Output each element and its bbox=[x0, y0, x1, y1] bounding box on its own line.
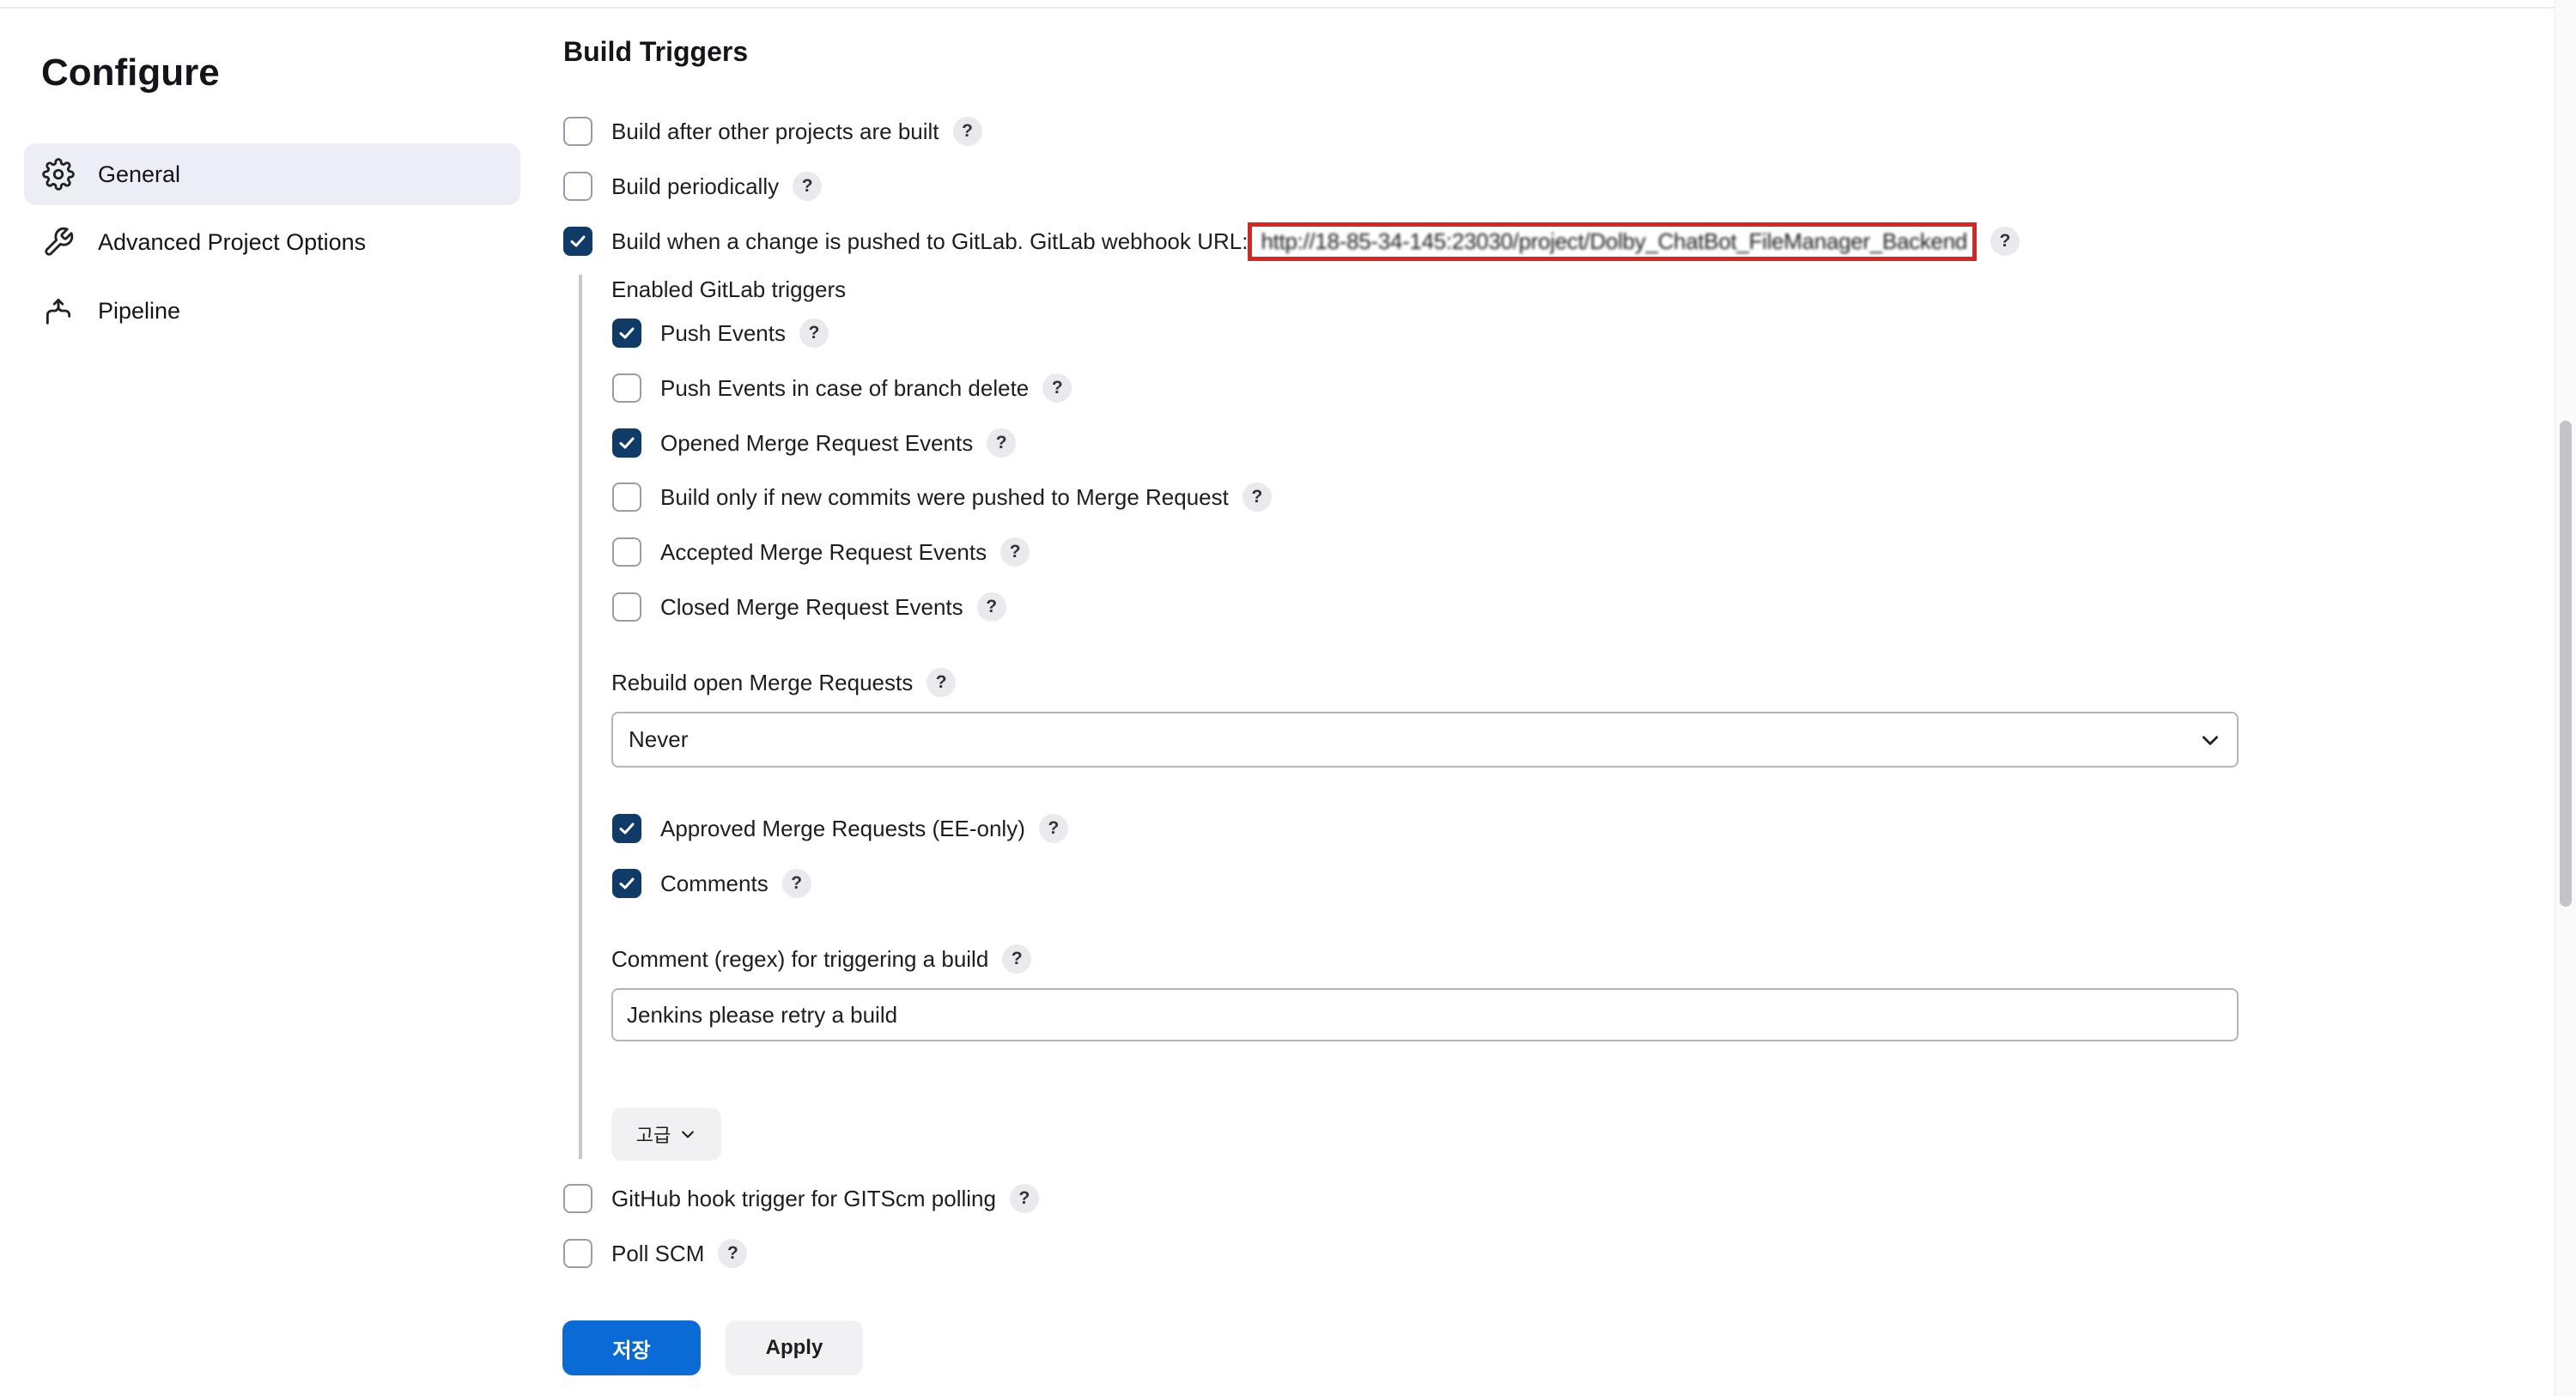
build-after-other-projects-row: Build after other projects are built ? bbox=[563, 114, 982, 149]
rebuild-open-mr-select[interactable]: Never bbox=[611, 712, 2239, 768]
help-icon[interactable]: ? bbox=[799, 319, 829, 348]
new-commits-merge-request-row: Build only if new commits were pushed to… bbox=[612, 480, 1272, 514]
push-events-row: Push Events ? bbox=[612, 316, 829, 350]
sidebar-item-label: Pipeline bbox=[98, 297, 181, 324]
help-icon[interactable]: ? bbox=[793, 172, 823, 201]
checkbox-label: Build only if new commits were pushed to… bbox=[660, 483, 1229, 510]
accepted-merge-request-checkbox[interactable] bbox=[612, 537, 641, 567]
save-button[interactable]: 저장 bbox=[562, 1320, 701, 1375]
checkmark-icon bbox=[619, 327, 635, 339]
pipeline-icon bbox=[41, 294, 76, 328]
wrench-icon bbox=[41, 225, 76, 259]
build-after-other-projects-checkbox[interactable] bbox=[563, 117, 592, 146]
nested-section-divider bbox=[579, 275, 582, 1159]
help-icon[interactable]: ? bbox=[1038, 814, 1068, 843]
help-icon[interactable]: ? bbox=[1002, 944, 1032, 974]
top-divider bbox=[0, 0, 2555, 9]
gear-icon bbox=[41, 157, 76, 191]
new-commits-merge-request-checkbox[interactable] bbox=[612, 483, 641, 512]
help-icon[interactable]: ? bbox=[1042, 373, 1072, 403]
checkbox-label: Comments bbox=[660, 870, 769, 896]
help-icon[interactable]: ? bbox=[1242, 483, 1272, 512]
page-title: Configure bbox=[41, 52, 220, 94]
build-periodically-row: Build periodically ? bbox=[563, 169, 823, 203]
poll-scm-checkbox[interactable] bbox=[563, 1239, 592, 1268]
accepted-merge-request-row: Accepted Merge Request Events ? bbox=[612, 535, 1030, 569]
checkbox-label: GitHub hook trigger for GITScm polling bbox=[611, 1185, 996, 1211]
checkbox-label: Push Events in case of branch delete bbox=[660, 374, 1030, 401]
push-events-branch-delete-row: Push Events in case of branch delete ? bbox=[612, 371, 1072, 405]
advanced-button-label: 고급 bbox=[635, 1125, 671, 1146]
push-events-checkbox[interactable] bbox=[612, 319, 641, 348]
help-icon[interactable]: ? bbox=[718, 1239, 748, 1268]
approved-merge-requests-row: Approved Merge Requests (EE-only) ? bbox=[612, 811, 1068, 846]
checkmark-icon bbox=[619, 877, 635, 889]
comments-checkbox[interactable] bbox=[612, 869, 641, 898]
rebuild-open-mr-label-row: Rebuild open Merge Requests ? bbox=[611, 665, 957, 700]
checkbox-label: Approved Merge Requests (EE-only) bbox=[660, 815, 1025, 841]
sidebar-item-pipeline[interactable]: Pipeline bbox=[24, 280, 520, 342]
checkmark-icon bbox=[619, 437, 635, 449]
section-title-build-triggers: Build Triggers bbox=[563, 36, 749, 67]
help-icon[interactable]: ? bbox=[952, 117, 982, 146]
help-icon[interactable]: ? bbox=[976, 592, 1006, 622]
checkbox-label: Build when a change is pushed to GitLab.… bbox=[611, 228, 1249, 254]
gitlab-push-trigger-row: Build when a change is pushed to GitLab.… bbox=[563, 222, 2020, 261]
checkbox-label: Push Events bbox=[660, 319, 786, 346]
chevron-down-icon bbox=[682, 1131, 695, 1138]
advanced-toggle-button[interactable]: 고급 bbox=[611, 1108, 721, 1161]
github-hook-trigger-row: GitHub hook trigger for GITScm polling ? bbox=[563, 1181, 1039, 1216]
push-events-branch-delete-checkbox[interactable] bbox=[612, 373, 641, 403]
help-icon[interactable]: ? bbox=[987, 428, 1017, 458]
apply-button[interactable]: Apply bbox=[726, 1320, 863, 1375]
opened-merge-request-row: Opened Merge Request Events ? bbox=[612, 426, 1017, 460]
help-icon[interactable]: ? bbox=[781, 869, 811, 898]
github-hook-trigger-checkbox[interactable] bbox=[563, 1184, 592, 1213]
help-icon[interactable]: ? bbox=[1009, 1184, 1039, 1213]
enabled-gitlab-triggers-heading: Enabled GitLab triggers bbox=[611, 276, 847, 302]
checkbox-label: Opened Merge Request Events bbox=[660, 429, 974, 456]
checkbox-label: Build after other projects are built bbox=[611, 118, 939, 144]
comments-row: Comments ? bbox=[612, 866, 811, 901]
sidebar-item-label: General bbox=[98, 161, 181, 187]
sidebar-item-advanced-project-options[interactable]: Advanced Project Options bbox=[24, 211, 520, 273]
sidebar-item-general[interactable]: General bbox=[24, 143, 520, 205]
comment-regex-label-row: Comment (regex) for triggering a build ? bbox=[611, 942, 1032, 976]
help-icon[interactable]: ? bbox=[1000, 537, 1030, 567]
build-periodically-checkbox[interactable] bbox=[563, 172, 592, 201]
checkbox-label: Poll SCM bbox=[611, 1240, 705, 1266]
checkbox-label: Closed Merge Request Events bbox=[660, 593, 963, 620]
sidebar-item-label: Advanced Project Options bbox=[98, 228, 367, 255]
comment-regex-label: Comment (regex) for triggering a build bbox=[611, 945, 989, 972]
checkmark-icon bbox=[570, 235, 586, 247]
rebuild-open-mr-label: Rebuild open Merge Requests bbox=[611, 669, 914, 695]
opened-merge-request-checkbox[interactable] bbox=[612, 428, 641, 458]
scrollbar-thumb[interactable] bbox=[2560, 421, 2572, 907]
webhook-url-text: http://18-85-34-145:23030/project/Dolby_… bbox=[1261, 228, 1968, 254]
checkbox-label: Build periodically bbox=[611, 173, 780, 199]
checkmark-icon bbox=[619, 822, 635, 835]
gitlab-push-trigger-checkbox[interactable] bbox=[563, 227, 592, 256]
closed-merge-request-row: Closed Merge Request Events ? bbox=[612, 590, 1006, 624]
gitlab-webhook-url[interactable]: http://18-85-34-145:23030/project/Dolby_… bbox=[1248, 222, 1978, 261]
poll-scm-row: Poll SCM ? bbox=[563, 1236, 748, 1271]
help-icon[interactable]: ? bbox=[1990, 227, 2020, 256]
approved-merge-requests-checkbox[interactable] bbox=[612, 814, 641, 843]
chevron-down-icon bbox=[2202, 735, 2218, 745]
closed-merge-request-checkbox[interactable] bbox=[612, 592, 641, 622]
rebuild-open-mr-selected-value: Never bbox=[629, 726, 689, 752]
checkbox-label: Accepted Merge Request Events bbox=[660, 538, 987, 565]
help-icon[interactable]: ? bbox=[927, 668, 957, 697]
comment-regex-input[interactable] bbox=[611, 988, 2239, 1041]
